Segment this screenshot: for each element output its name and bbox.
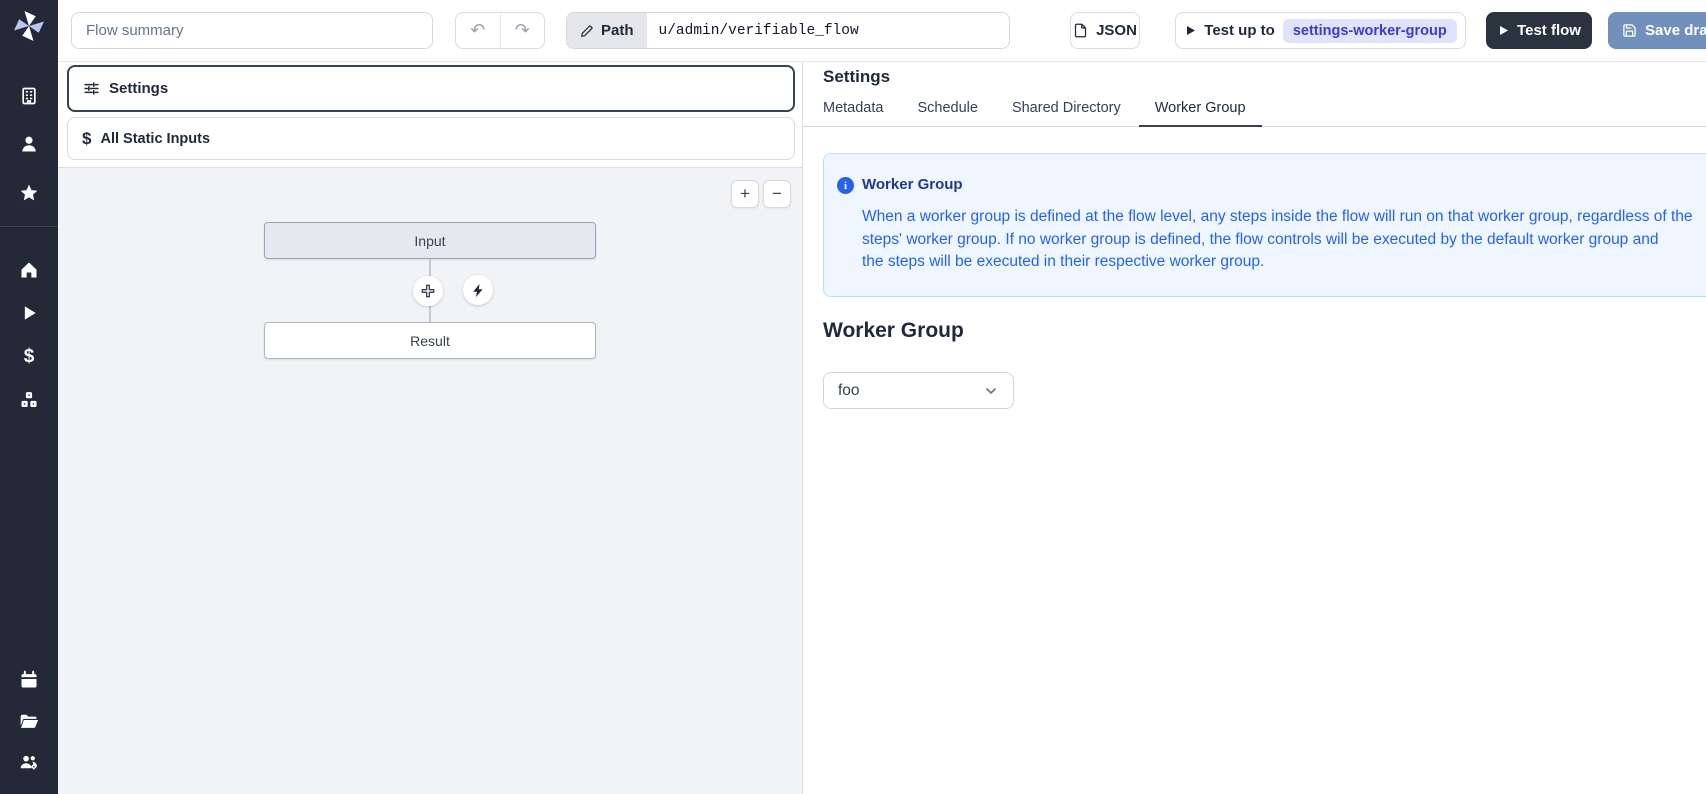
path-label: Path	[601, 22, 634, 39]
all-static-inputs-label: All Static Inputs	[100, 131, 210, 147]
play-icon	[1497, 24, 1509, 37]
worker-group-info-box: i Worker Group When a worker group is de…	[823, 153, 1706, 297]
info-title: Worker Group	[862, 176, 1693, 193]
sidebar-divider	[0, 226, 58, 227]
test-flow-label: Test flow	[1517, 22, 1581, 39]
test-flow-button[interactable]: Test flow	[1486, 12, 1592, 49]
worker-group-heading: Worker Group	[823, 319, 964, 343]
edit-path-button[interactable]: Path	[567, 13, 647, 48]
settings-panel: Settings Metadata Schedule Shared Direct…	[803, 62, 1706, 794]
save-draft-button[interactable]: Save draft	[1608, 12, 1706, 49]
settings-tabs: Metadata Schedule Shared Directory Worke…	[803, 92, 1706, 127]
json-button[interactable]: JSON	[1070, 12, 1140, 49]
pencil-icon	[580, 24, 594, 38]
tab-worker-group[interactable]: Worker Group	[1139, 92, 1262, 127]
runs-play-icon[interactable]	[18, 302, 40, 324]
groups-users-icon[interactable]	[18, 751, 40, 773]
schedules-calendar-icon[interactable]	[18, 669, 40, 691]
test-up-to-label: Test up to	[1204, 22, 1275, 39]
sliders-icon	[83, 80, 100, 97]
trigger-zap-button[interactable]	[463, 275, 493, 305]
path-group: Path	[566, 12, 1010, 49]
flow-settings-button[interactable]: Settings	[67, 65, 795, 112]
dollar-icon: $	[82, 129, 91, 149]
info-body-line: When a worker group is defined at the fl…	[862, 206, 1693, 229]
windmill-logo[interactable]	[11, 8, 47, 44]
undo-redo-group: ↶ ↷	[455, 12, 545, 49]
play-icon	[1184, 24, 1196, 37]
workspace-icon[interactable]	[18, 85, 40, 107]
plus-icon	[420, 283, 436, 299]
path-input[interactable]	[647, 13, 1009, 48]
info-icon: i	[837, 177, 854, 194]
tab-metadata[interactable]: Metadata	[807, 92, 899, 126]
all-static-inputs-button[interactable]: $ All Static Inputs	[67, 117, 795, 160]
undo-icon[interactable]: ↶	[456, 13, 501, 48]
zap-icon	[471, 283, 486, 298]
favorites-star-icon[interactable]	[18, 182, 40, 204]
tab-shared-directory[interactable]: Shared Directory	[996, 92, 1137, 126]
test-up-to-target-badge: settings-worker-group	[1283, 19, 1457, 43]
json-button-label: JSON	[1096, 22, 1137, 39]
home-icon[interactable]	[18, 259, 40, 281]
resources-cubes-icon[interactable]	[18, 389, 40, 411]
variables-dollar-icon[interactable]: $	[18, 346, 40, 368]
flow-summary-input[interactable]	[71, 12, 433, 49]
zoom-out-button[interactable]: −	[763, 180, 791, 208]
tab-schedule[interactable]: Schedule	[901, 92, 993, 126]
zoom-in-button[interactable]: +	[731, 180, 759, 208]
input-node[interactable]: Input	[264, 222, 596, 259]
flow-editor-panel: Settings $ All Static Inputs + − Input R…	[58, 62, 803, 794]
worker-group-select[interactable]: foo	[823, 372, 1014, 409]
worker-group-select-value: foo	[838, 382, 860, 400]
add-step-button[interactable]	[413, 276, 443, 306]
file-icon	[1073, 23, 1088, 38]
result-node-label: Result	[410, 333, 450, 349]
flow-toolbar: Settings $ All Static Inputs	[58, 62, 802, 168]
save-icon	[1622, 23, 1637, 38]
result-node[interactable]: Result	[264, 322, 596, 359]
info-body-line: steps' worker group. If no worker group …	[862, 229, 1693, 252]
input-node-label: Input	[414, 233, 445, 249]
save-draft-label: Save draft	[1645, 22, 1706, 39]
test-up-to-button[interactable]: Test up to settings-worker-group	[1175, 12, 1466, 49]
info-body-line: the steps will be executed in their resp…	[862, 251, 1693, 274]
flow-settings-label: Settings	[109, 80, 168, 97]
folders-icon[interactable]	[18, 710, 40, 732]
sidebar: $	[0, 0, 58, 794]
redo-icon[interactable]: ↷	[501, 13, 545, 48]
topbar: ↶ ↷ Path JSON Test up to settings-worker…	[58, 0, 1706, 62]
chevron-down-icon	[983, 383, 999, 399]
user-icon[interactable]	[18, 133, 40, 155]
settings-panel-title: Settings	[823, 67, 890, 87]
